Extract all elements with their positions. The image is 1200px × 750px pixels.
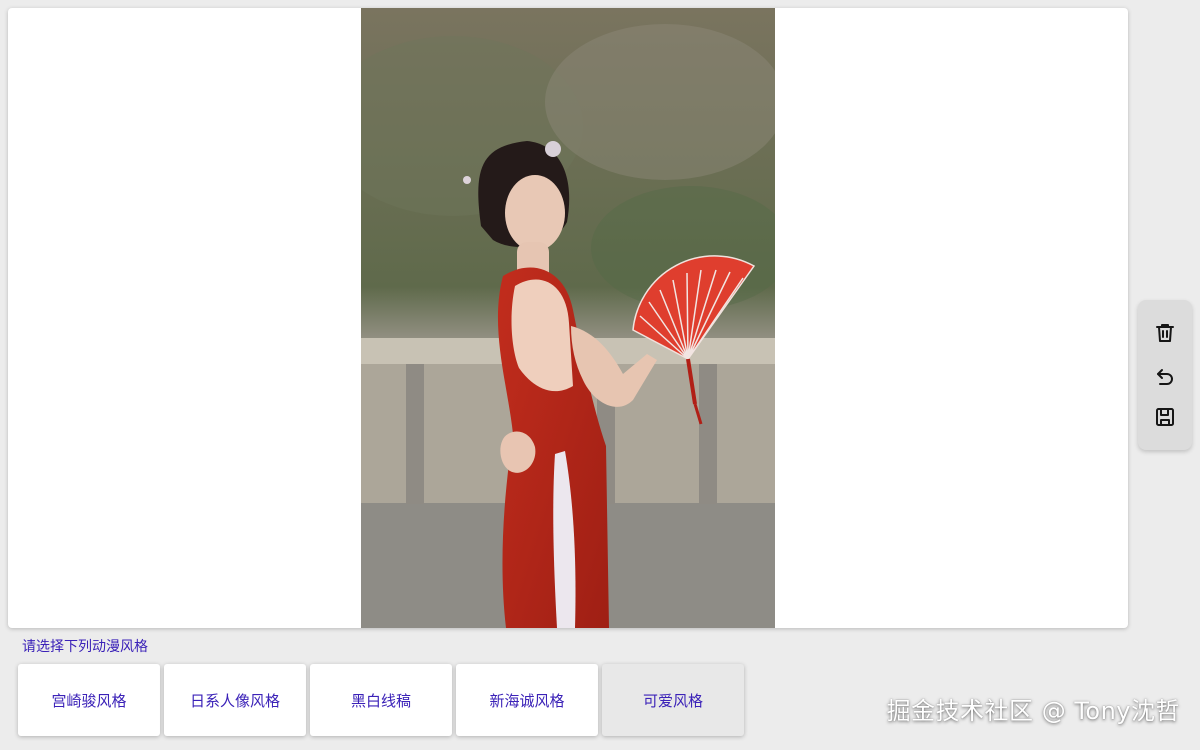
trash-button[interactable]	[1150, 318, 1180, 348]
style-option-japanese-portrait[interactable]: 日系人像风格	[164, 664, 306, 736]
canvas-toolbar	[1138, 300, 1192, 450]
style-option-shinkai[interactable]: 新海诚风格	[456, 664, 598, 736]
trash-icon	[1153, 321, 1177, 345]
style-option-miyazaki[interactable]: 宫崎骏风格	[18, 664, 160, 736]
save-button[interactable]	[1150, 402, 1180, 432]
style-option-cute[interactable]: 可爱风格	[602, 664, 744, 736]
style-selection-prompt: 请选择下列动漫风格	[22, 639, 148, 655]
undo-button[interactable]	[1150, 360, 1180, 390]
image-canvas	[8, 8, 1128, 628]
watermark-text: 掘金技术社区 @ Tony沈哲	[886, 697, 1180, 725]
undo-icon	[1153, 363, 1177, 387]
portrait-photo	[361, 8, 775, 628]
save-icon	[1153, 405, 1177, 429]
anime-style-options: 宫崎骏风格 日系人像风格 黑白线稿 新海诚风格 可爱风格	[18, 664, 744, 736]
style-option-line-art[interactable]: 黑白线稿	[310, 664, 452, 736]
